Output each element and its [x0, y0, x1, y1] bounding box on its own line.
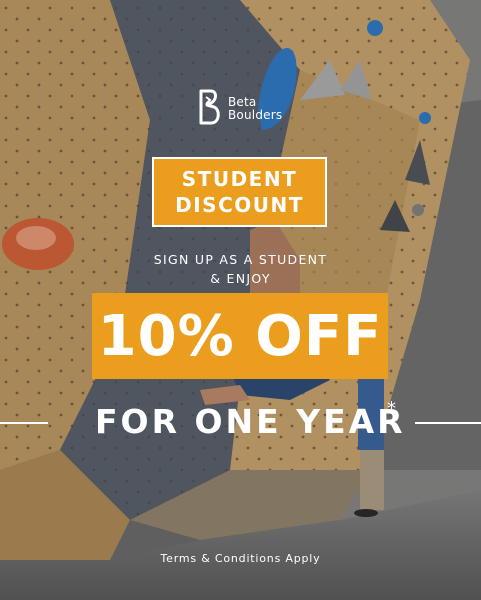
terms-text: Terms & Conditions Apply — [160, 552, 321, 565]
brand-name-line2: Boulders — [228, 108, 283, 122]
brand-name: Beta Boulders — [228, 96, 282, 122]
headline-line1: STUDENT — [181, 167, 298, 191]
offer-discount: 10% OFF — [97, 303, 383, 369]
offer-asterisk: * — [387, 398, 396, 419]
offer-duration: FOR ONE YEAR — [95, 402, 406, 441]
b-logo-icon — [199, 89, 220, 125]
offer-banner: 10% OFF — [92, 293, 388, 379]
brand-logo: Beta Boulders — [197, 86, 297, 130]
divider-left — [0, 422, 48, 424]
subheading-line2: & ENJOY — [210, 271, 271, 286]
student-discount-badge: STUDENT DISCOUNT — [152, 157, 327, 227]
headline-line2: DISCOUNT — [175, 193, 304, 217]
divider-right — [415, 422, 481, 424]
subheading-line1: SIGN UP AS A STUDENT — [153, 252, 328, 267]
promo-poster: Beta Boulders STUDENT DISCOUNT SIGN UP A… — [0, 0, 481, 600]
